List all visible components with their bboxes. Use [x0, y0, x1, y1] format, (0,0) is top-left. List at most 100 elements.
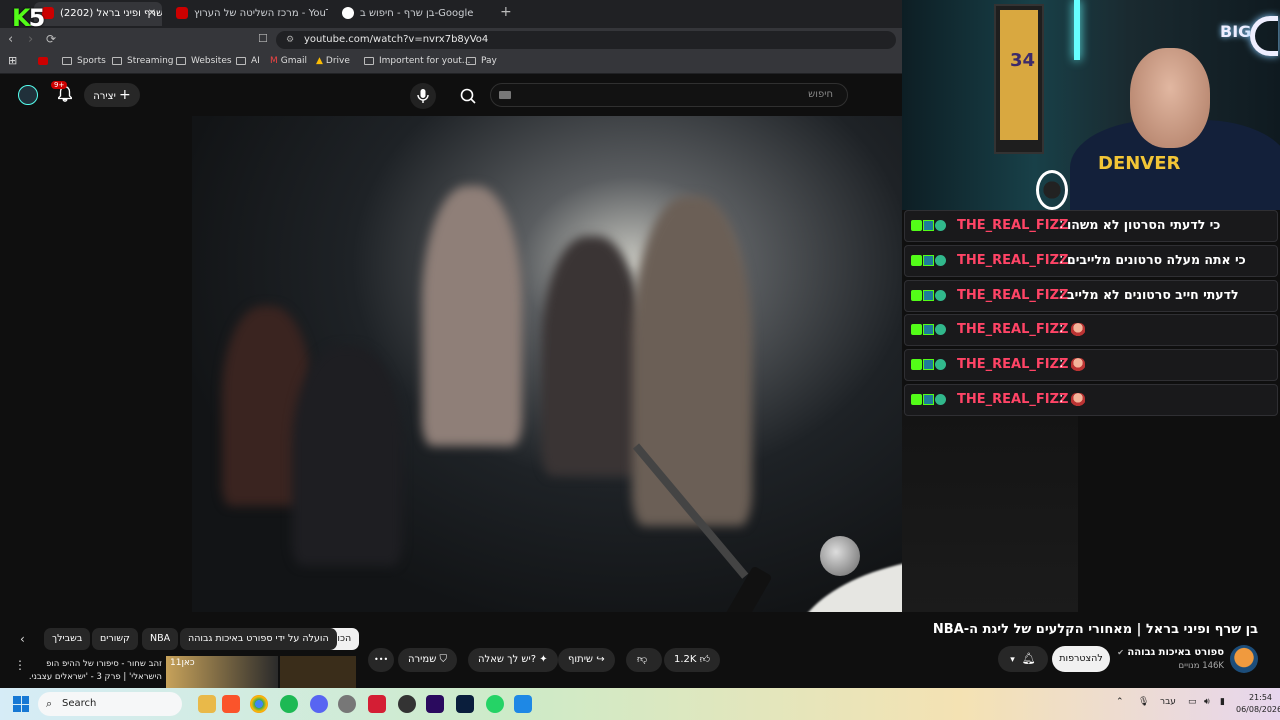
- google-favicon-icon: [342, 7, 354, 19]
- gift-badge-icon: [935, 324, 946, 336]
- settings-gear-icon[interactable]: [338, 695, 356, 713]
- account-avatar[interactable]: [18, 85, 38, 105]
- apps-grid-icon[interactable]: ⊞: [8, 54, 17, 67]
- file-explorer-icon[interactable]: [198, 695, 216, 713]
- background-person: [422, 186, 522, 446]
- chat-overlay: THE_REAL_FIZZ : כי לדעתי הסרטון לא משהו …: [904, 210, 1278, 419]
- sparkle-icon: ✦: [539, 654, 548, 665]
- bookmark-ai[interactable]: AI: [236, 56, 260, 66]
- chat-message: THE_REAL_FIZZ : כי אתה מעלה סרטונים מליי…: [904, 244, 1278, 277]
- create-button[interactable]: יצירה +: [84, 83, 140, 107]
- back-icon[interactable]: ‹: [8, 32, 13, 47]
- chat-badges: [911, 220, 947, 239]
- search-placeholder: חיפוש: [808, 89, 833, 100]
- premiere-icon[interactable]: [426, 695, 444, 713]
- folder-icon: [112, 56, 122, 65]
- taskbar-search[interactable]: ⌕ Search: [38, 692, 182, 716]
- dislike-button[interactable]: 👎︎: [626, 648, 662, 672]
- whatsapp-icon[interactable]: [486, 695, 504, 713]
- url-text: youtube.com/watch?v=nvrx7b8yVo4: [304, 34, 489, 45]
- search-icon: [460, 88, 476, 104]
- forward-icon[interactable]: ›: [28, 32, 33, 47]
- brave-browser-icon[interactable]: [222, 695, 240, 713]
- thumbs-up-icon: 👍︎: [699, 654, 711, 665]
- photoshop-icon[interactable]: [456, 695, 474, 713]
- battery-icon[interactable]: ▮: [1220, 697, 1225, 707]
- thumbs-down-icon: 👎︎: [637, 654, 648, 665]
- chip-uploaded-by[interactable]: הועלה על ידי ספורט באיכות גבוהה: [180, 628, 337, 650]
- spotify-icon[interactable]: [280, 695, 298, 713]
- chip-related[interactable]: קשורים: [92, 628, 138, 650]
- microphone-body: [693, 565, 773, 612]
- discord-icon[interactable]: [310, 695, 328, 713]
- video-player[interactable]: [192, 116, 902, 612]
- browser-tab-bar: בן שרף ופיני בראל (2202) ✕ מרכז השליטה ש…: [0, 0, 902, 28]
- tray-mic-icon[interactable]: 🎙︎: [1138, 697, 1149, 707]
- input-language[interactable]: עבר: [1160, 697, 1176, 707]
- bookmark-sports[interactable]: Sports: [62, 56, 106, 66]
- recommended-video-thumbnail-2[interactable]: [280, 656, 356, 688]
- ask-button[interactable]: יש לך שאלה? ✦: [468, 648, 558, 672]
- bookmark-websites[interactable]: Websites: [176, 56, 232, 66]
- like-button[interactable]: 1.2K 👍︎: [664, 648, 721, 672]
- chips-scroll-left-icon[interactable]: ‹: [20, 632, 25, 646]
- channel-avatar[interactable]: [1230, 645, 1258, 673]
- bookmark-importent[interactable]: Importent for yout...: [364, 56, 470, 66]
- url-input[interactable]: ⚙ youtube.com/watch?v=nvrx7b8yVo4: [276, 31, 896, 49]
- plus-icon: +: [119, 87, 131, 103]
- chat-username: THE_REAL_FIZZ: [957, 218, 1069, 233]
- verified-badge-icon: [923, 289, 934, 301]
- recommended-video-thumbnail[interactable]: כאן11: [166, 656, 278, 688]
- emote-icon: [1071, 392, 1085, 407]
- bookmark-gmail[interactable]: M Gmail: [270, 56, 307, 66]
- chip-for-you[interactable]: בשבילך: [44, 628, 91, 650]
- reload-icon[interactable]: ⟳: [46, 32, 56, 46]
- tray-overflow-icon[interactable]: ⌃: [1116, 697, 1124, 707]
- gift-badge-icon: [935, 220, 946, 231]
- keyboard-icon[interactable]: [499, 91, 511, 99]
- volume-icon[interactable]: 🔊︎: [1204, 697, 1210, 707]
- subscribe-button[interactable]: להצטרפות: [1052, 646, 1110, 672]
- bookmarks-bar: ⊞ Sports Streaming Websites AI M Gmail ▲ D…: [0, 52, 902, 74]
- chip-nba[interactable]: NBA: [142, 628, 179, 650]
- more-vert-icon[interactable]: ⋮: [14, 658, 26, 672]
- chat-username: THE_REAL_FIZZ: [957, 391, 1069, 407]
- opera-gx-icon[interactable]: [368, 695, 386, 713]
- close-icon[interactable]: ✕: [148, 2, 156, 26]
- site-info-icon[interactable]: ⚙: [286, 31, 294, 49]
- search-input[interactable]: חיפוש: [490, 83, 848, 107]
- notification-preferences-button[interactable]: ▾ 🔔︎: [998, 646, 1048, 672]
- tab-label: מרכז השליטה של הערוץ - YouTube Studio: [194, 8, 328, 19]
- bookmark-star-icon[interactable]: ☐: [258, 32, 268, 45]
- new-tab-icon[interactable]: +: [500, 4, 512, 20]
- kick-badge-icon: [911, 254, 922, 266]
- bookmark-streaming[interactable]: Streaming: [112, 56, 173, 66]
- kick-badge-icon: [911, 324, 922, 336]
- folder-icon: [236, 56, 246, 65]
- tab-active[interactable]: בן שרף ופיני בראל (2202) ✕: [34, 2, 162, 26]
- voice-search-button[interactable]: [410, 83, 436, 109]
- network-icon[interactable]: ▭: [1188, 697, 1197, 707]
- system-clock[interactable]: 21:54 06/08/2026: [1236, 692, 1280, 716]
- bookmark-drive[interactable]: ▲ Drive: [316, 56, 350, 66]
- save-button[interactable]: שמירה ⛉: [398, 648, 457, 672]
- chat-username: THE_REAL_FIZZ: [957, 322, 1069, 338]
- tab-youtube-studio[interactable]: מרכז השליטה של הערוץ - YouTube Studio: [168, 2, 328, 26]
- recommended-video-title[interactable]: זהב שחור - סיפורו של ההיפ הופ הישראלי' | …: [28, 658, 162, 684]
- share-button[interactable]: שיתוף ↪: [558, 648, 615, 672]
- tab-google-search[interactable]: בן שרף - חיפוש ב-Google: [334, 2, 494, 26]
- windows-start-icon[interactable]: [13, 696, 29, 712]
- chat-message: THE_REAL_FIZZ :: [904, 383, 1278, 416]
- channel-name[interactable]: ספורט באיכות גבוהה ✔: [1117, 647, 1224, 658]
- notepad-icon[interactable]: [514, 695, 532, 713]
- chat-message: THE_REAL_FIZZ :: [904, 349, 1278, 382]
- verified-badge-icon: [923, 254, 934, 266]
- clock-date: 06/08/2026: [1236, 705, 1280, 714]
- chat-separator: :: [1059, 286, 1064, 302]
- search-button[interactable]: [452, 83, 484, 109]
- more-actions-button[interactable]: •••: [368, 648, 394, 672]
- obs-icon[interactable]: [398, 695, 416, 713]
- chrome-icon[interactable]: [250, 695, 268, 713]
- youtube-bookmark-icon[interactable]: [38, 56, 48, 66]
- bookmark-pay[interactable]: Pay: [466, 56, 497, 66]
